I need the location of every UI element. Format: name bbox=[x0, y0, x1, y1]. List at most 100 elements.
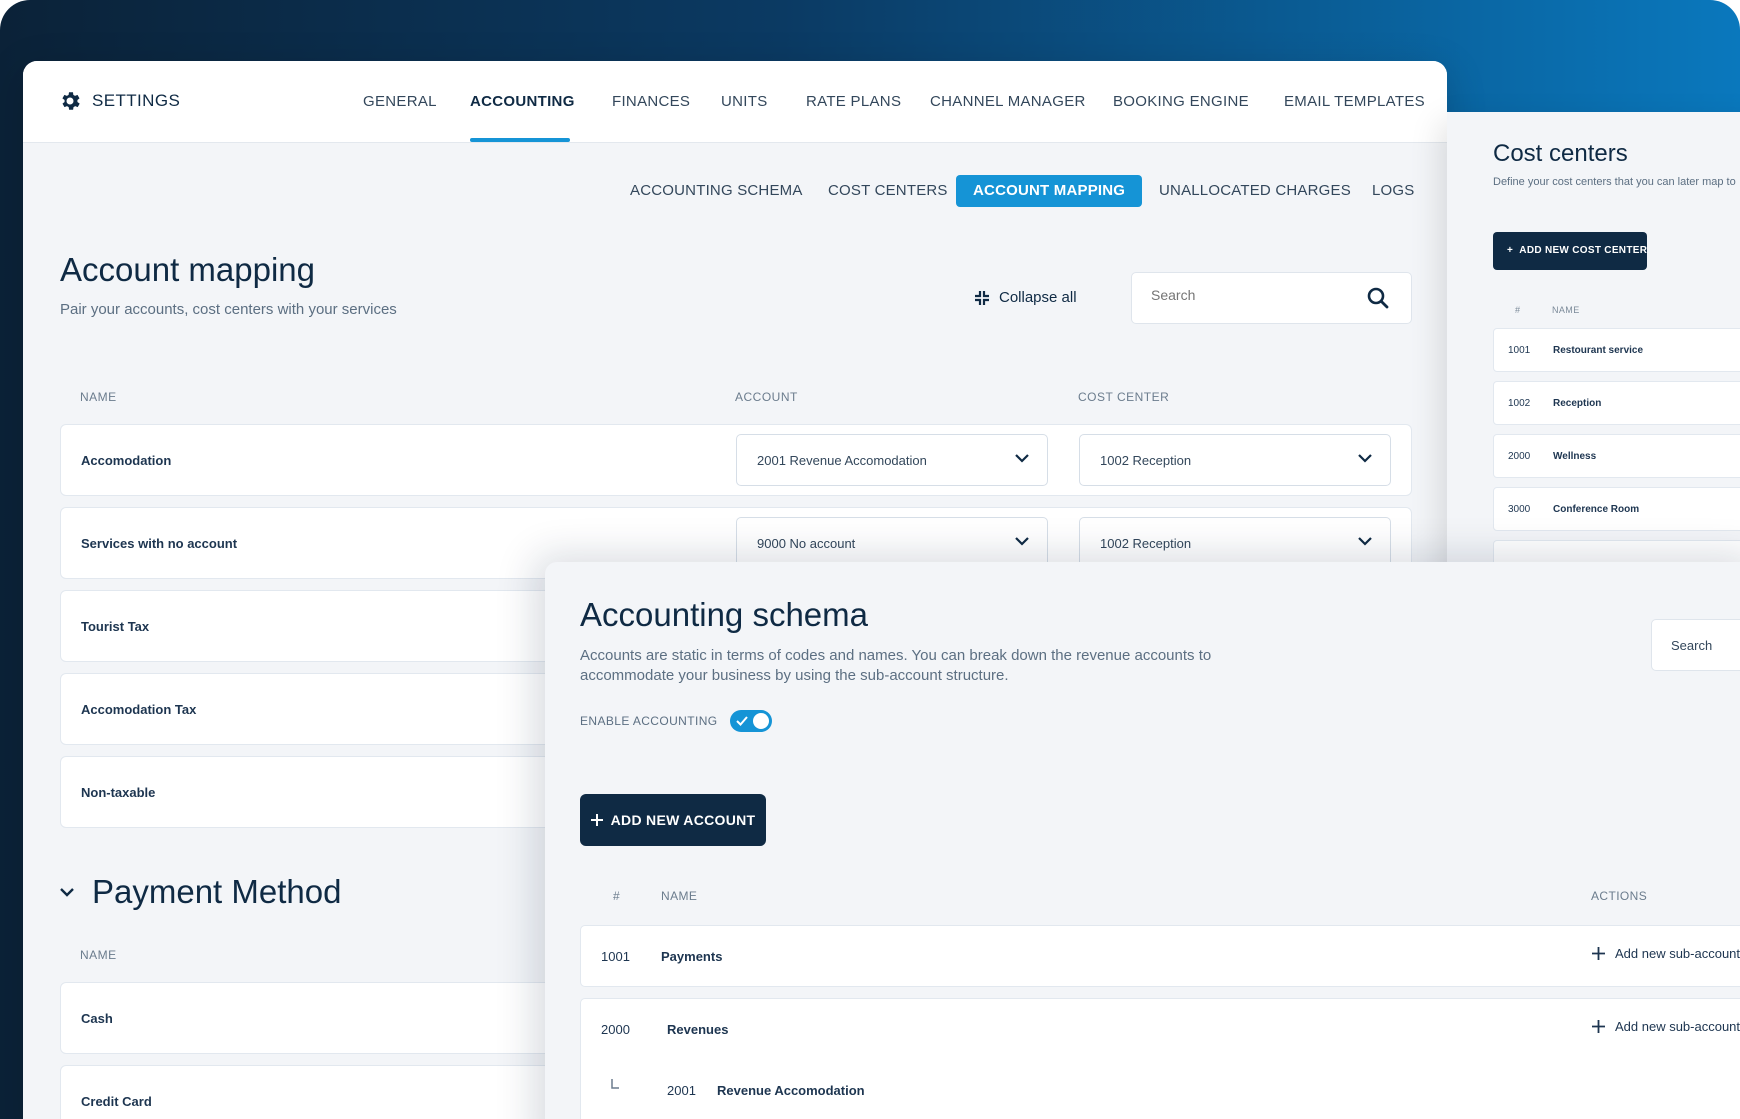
column-header-actions: ACTIONS bbox=[1591, 889, 1648, 903]
column-header-name: NAME bbox=[80, 390, 117, 404]
list-item[interactable]: 1001 Restourant service bbox=[1493, 328, 1740, 372]
add-new-account-label: ADD NEW ACCOUNT bbox=[610, 812, 756, 828]
chevron-down-icon bbox=[60, 887, 74, 897]
gear-icon bbox=[62, 92, 80, 110]
search-input[interactable] bbox=[1151, 287, 1351, 303]
active-tab-indicator bbox=[470, 138, 570, 142]
accounting-schema-window: Accounting schema Accounts are static in… bbox=[545, 562, 1740, 1119]
section-title: Payment Method bbox=[92, 873, 342, 910]
table-row: Accomodation 2001 Revenue Accomodation 1… bbox=[60, 424, 1412, 496]
settings-brand: SETTINGS bbox=[58, 89, 180, 113]
toggle-knob bbox=[753, 713, 769, 729]
row-name: Tourist Tax bbox=[81, 619, 150, 634]
account-name: Payments bbox=[661, 949, 723, 964]
add-sub-account-label: Add new sub-account bbox=[1615, 1019, 1740, 1034]
top-navigation-bar: SETTINGS GENERAL ACCOUNTING FINANCES UNI… bbox=[23, 61, 1447, 143]
add-sub-account-button[interactable]: Add new sub-account bbox=[1592, 946, 1740, 961]
subtab-account-mapping[interactable]: ACCOUNT MAPPING bbox=[956, 175, 1143, 207]
search-placeholder: Search bbox=[1671, 638, 1713, 653]
add-cost-center-button[interactable]: + ADD NEW COST CENTER bbox=[1493, 232, 1647, 270]
column-header-account: ACCOUNT bbox=[735, 390, 798, 404]
settings-label: SETTINGS bbox=[92, 91, 181, 110]
collapse-all-label: Collapse all bbox=[999, 289, 1077, 306]
tab-finances[interactable]: FINANCES bbox=[612, 93, 690, 110]
tab-general[interactable]: GENERAL bbox=[363, 93, 437, 110]
subtab-cost-centers[interactable]: COST CENTERS bbox=[828, 175, 948, 207]
row-name: Accomodation bbox=[81, 453, 172, 468]
sub-account-row: 2001 Revenue Accomodation bbox=[580, 1059, 1740, 1119]
account-code: 2000 bbox=[601, 1022, 630, 1037]
page-title: Account mapping bbox=[60, 251, 315, 288]
subtab-logs[interactable]: LOGS bbox=[1372, 175, 1414, 207]
chevron-down-icon bbox=[1358, 454, 1372, 463]
account-select-value: 9000 No account bbox=[757, 536, 856, 551]
plus-icon bbox=[1592, 1020, 1605, 1033]
collapse-icon bbox=[975, 290, 989, 305]
add-new-account-button[interactable]: ADD NEW ACCOUNT bbox=[580, 794, 766, 846]
tab-booking-engine[interactable]: BOOKING ENGINE bbox=[1113, 93, 1249, 110]
row-name: Services with no account bbox=[81, 536, 238, 551]
list-item[interactable]: 2000 Wellness bbox=[1493, 434, 1740, 478]
tab-email-templates[interactable]: EMAIL TEMPLATES bbox=[1284, 93, 1425, 110]
collapse-all-button[interactable]: Collapse all bbox=[975, 289, 1077, 306]
cost-centers-subtitle: Define your cost centers that you can la… bbox=[1493, 176, 1736, 188]
tab-accounting[interactable]: ACCOUNTING bbox=[470, 93, 575, 110]
cost-center-code: 3000 bbox=[1508, 504, 1531, 515]
search-box bbox=[1131, 272, 1412, 324]
sub-account-name: Revenue Accomodation bbox=[717, 1083, 865, 1098]
account-code: 1001 bbox=[601, 949, 630, 964]
subtab-accounting-schema[interactable]: ACCOUNTING SCHEMA bbox=[630, 175, 803, 207]
enable-accounting-toggle[interactable] bbox=[730, 710, 772, 732]
account-select[interactable]: 2001 Revenue Accomodation bbox=[736, 434, 1048, 486]
cost-center-code: 2000 bbox=[1508, 451, 1531, 462]
cost-center-code: 1001 bbox=[1508, 345, 1531, 356]
list-item[interactable]: 3000 Conference Room bbox=[1493, 487, 1740, 531]
check-icon bbox=[736, 716, 748, 726]
column-header-cost-center: COST CENTER bbox=[1078, 390, 1170, 404]
list-item[interactable]: 1002 Reception bbox=[1493, 381, 1740, 425]
add-sub-account-button[interactable]: Add new sub-account bbox=[1592, 1019, 1740, 1034]
row-name: Non-taxable bbox=[81, 785, 156, 800]
column-header-name: NAME bbox=[1552, 305, 1580, 315]
cost-center-select-value: 1002 Reception bbox=[1100, 536, 1192, 551]
table-row: 1001 Payments Add new sub-account bbox=[580, 925, 1740, 987]
sub-account-branch-icon bbox=[611, 1079, 619, 1089]
column-header-name: NAME bbox=[80, 948, 117, 962]
sub-tabs: ACCOUNTING SCHEMA COST CENTERS ACCOUNT M… bbox=[23, 175, 1447, 207]
column-header-number: # bbox=[613, 889, 621, 903]
column-header-number: # bbox=[1515, 305, 1521, 315]
cost-center-code: 1002 bbox=[1508, 398, 1531, 409]
tab-channel-manager[interactable]: CHANNEL MANAGER bbox=[930, 93, 1086, 110]
cost-center-name: Restourant service bbox=[1553, 345, 1644, 356]
cost-center-select-value: 1002 Reception bbox=[1100, 453, 1192, 468]
sub-account-code: 2001 bbox=[667, 1083, 696, 1098]
payment-method-section-toggle[interactable]: Payment Method bbox=[60, 873, 341, 911]
chevron-down-icon bbox=[1015, 454, 1029, 463]
cost-center-select[interactable]: 1002 Reception bbox=[1079, 434, 1391, 486]
cost-center-name: Conference Room bbox=[1553, 504, 1640, 515]
cost-centers-title: Cost centers bbox=[1493, 140, 1628, 167]
table-row: 2000 Revenues Add new sub-account bbox=[580, 998, 1740, 1060]
cost-centers-window: Cost centers Define your cost centers th… bbox=[1447, 112, 1740, 592]
tab-units[interactable]: UNITS bbox=[721, 93, 768, 110]
search-icon[interactable] bbox=[1367, 287, 1389, 309]
add-sub-account-label: Add new sub-account bbox=[1615, 946, 1740, 961]
plus-icon bbox=[1592, 947, 1605, 960]
plus-icon bbox=[590, 814, 603, 826]
subtab-unallocated-charges[interactable]: UNALLOCATED CHARGES bbox=[1159, 175, 1351, 207]
cost-center-name: Reception bbox=[1553, 398, 1602, 409]
chevron-down-icon bbox=[1358, 537, 1372, 546]
page-subtitle: Pair your accounts, cost centers with yo… bbox=[60, 301, 397, 318]
row-name: Accomodation Tax bbox=[81, 702, 197, 717]
cost-center-name: Wellness bbox=[1553, 451, 1597, 462]
schema-description: Accounts are static in terms of codes an… bbox=[580, 647, 1212, 684]
schema-search-input[interactable]: Search bbox=[1651, 619, 1740, 671]
schema-title: Accounting schema bbox=[580, 596, 868, 633]
row-name: Cash bbox=[81, 1011, 113, 1026]
account-select-value: 2001 Revenue Accomodation bbox=[757, 453, 927, 468]
add-cost-center-label: ADD NEW COST CENTER bbox=[1519, 245, 1648, 256]
column-header-name: NAME bbox=[661, 889, 698, 903]
tab-rate-plans[interactable]: RATE PLANS bbox=[806, 93, 901, 110]
account-name: Revenues bbox=[667, 1022, 729, 1037]
enable-accounting-label: ENABLE ACCOUNTING bbox=[580, 714, 718, 728]
